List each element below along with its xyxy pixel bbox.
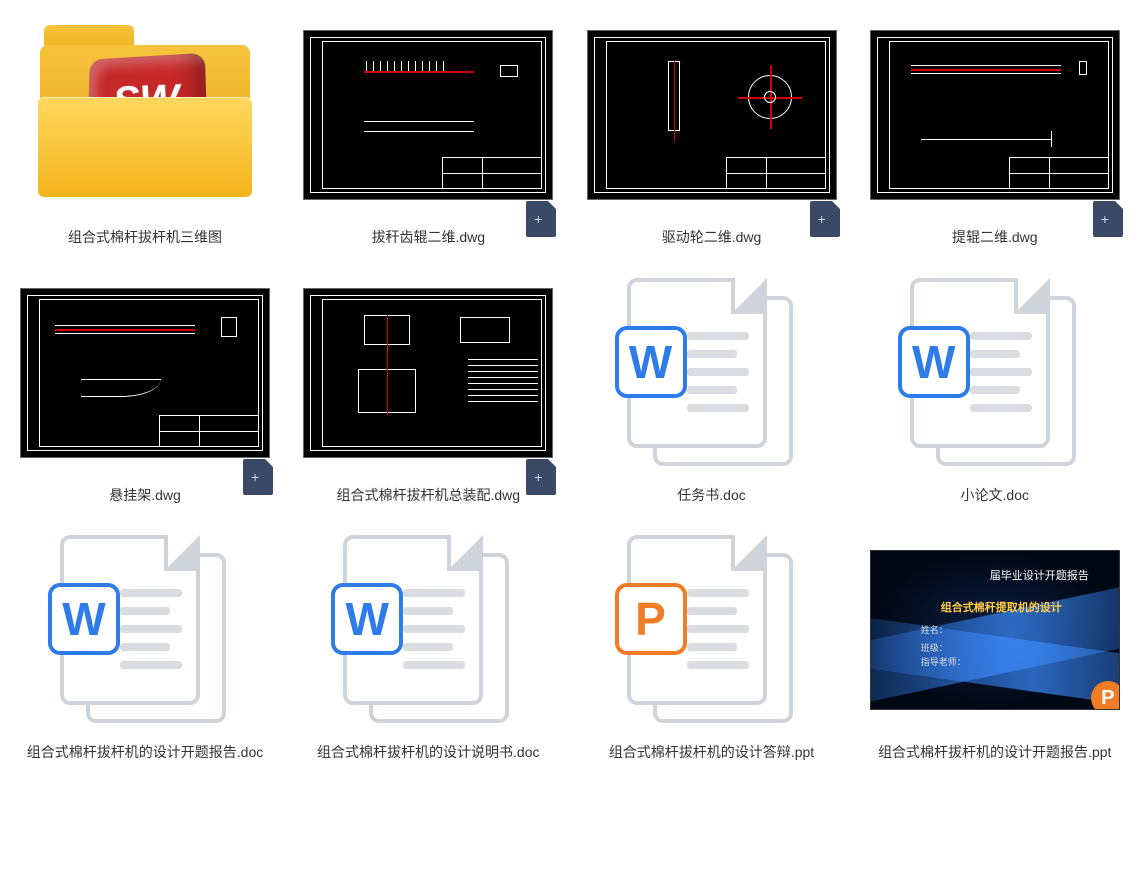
file-label: 任务书.doc [677, 486, 745, 506]
file-item-ppt-slide[interactable]: 届毕业设计开题报告 组合式棉秆提取机的设计 姓名： 班级： 指导老师： P 组合… [860, 525, 1130, 763]
dwg-badge-icon [526, 201, 556, 237]
file-item-dwg[interactable]: 拔秆齿辊二维.dwg [293, 10, 563, 248]
file-item-dwg[interactable]: 组合式棉杆拔杆机总装配.dwg [293, 268, 563, 506]
word-icon: W [331, 583, 403, 655]
word-icon: W [615, 326, 687, 398]
dwg-badge-icon [243, 459, 273, 495]
dwg-badge-icon [810, 201, 840, 237]
file-item-doc[interactable]: W 小论文.doc [860, 268, 1130, 506]
file-label: 悬挂架.dwg [109, 486, 181, 506]
slide-line: 姓名： [921, 623, 948, 636]
dwg-thumbnail [20, 268, 270, 478]
file-label: 小论文.doc [961, 486, 1029, 506]
doc-thumbnail: W [303, 525, 553, 735]
slide-subtitle: 组合式棉秆提取机的设计 [941, 599, 1062, 615]
file-label: 组合式棉杆拔杆机三维图 [68, 228, 222, 248]
folder-thumbnail: SW [20, 10, 270, 220]
file-item-dwg[interactable]: 驱动轮二维.dwg [577, 10, 847, 248]
powerpoint-icon: P [615, 583, 687, 655]
file-item-doc[interactable]: W 组合式棉杆拔杆机的设计说明书.doc [293, 525, 563, 763]
file-grid: SW 组合式棉杆拔杆机三维图 拔秆齿辊二维.dwg [10, 10, 1133, 763]
word-icon: W [48, 583, 120, 655]
dwg-thumbnail [303, 268, 553, 478]
word-icon: W [898, 326, 970, 398]
file-label: 组合式棉杆拔杆机的设计答辩.ppt [609, 743, 814, 763]
file-item-ppt[interactable]: P 组合式棉杆拔杆机的设计答辩.ppt [577, 525, 847, 763]
dwg-badge-icon [526, 459, 556, 495]
ppt-thumbnail: P [587, 525, 837, 735]
file-item-dwg[interactable]: 提辊二维.dwg [860, 10, 1130, 248]
slide-title: 届毕业设计开题报告 [990, 567, 1089, 583]
dwg-thumbnail [587, 10, 837, 220]
file-label: 组合式棉杆拔杆机的设计说明书.doc [317, 743, 539, 763]
file-item-folder[interactable]: SW 组合式棉杆拔杆机三维图 [10, 10, 280, 248]
file-label: 驱动轮二维.dwg [662, 228, 762, 248]
ppt-slide-thumbnail: 届毕业设计开题报告 组合式棉秆提取机的设计 姓名： 班级： 指导老师： P [870, 525, 1120, 735]
slide-line: 班级： [921, 641, 948, 654]
dwg-badge-icon [1093, 201, 1123, 237]
dwg-thumbnail [870, 10, 1120, 220]
file-label: 提辊二维.dwg [952, 228, 1038, 248]
file-item-doc[interactable]: W 组合式棉杆拔杆机的设计开题报告.doc [10, 525, 280, 763]
doc-thumbnail: W [20, 525, 270, 735]
file-label: 拔秆齿辊二维.dwg [371, 228, 485, 248]
file-item-dwg[interactable]: 悬挂架.dwg [10, 268, 280, 506]
doc-thumbnail: W [587, 268, 837, 478]
file-label: 组合式棉杆拔杆机的设计开题报告.ppt [878, 743, 1111, 763]
powerpoint-badge-icon: P [1091, 681, 1120, 710]
file-label: 组合式棉杆拔杆机总装配.dwg [336, 486, 520, 506]
slide-line: 指导老师： [921, 655, 966, 668]
file-label: 组合式棉杆拔杆机的设计开题报告.doc [27, 743, 263, 763]
file-item-doc[interactable]: W 任务书.doc [577, 268, 847, 506]
doc-thumbnail: W [870, 268, 1120, 478]
dwg-thumbnail [303, 10, 553, 220]
